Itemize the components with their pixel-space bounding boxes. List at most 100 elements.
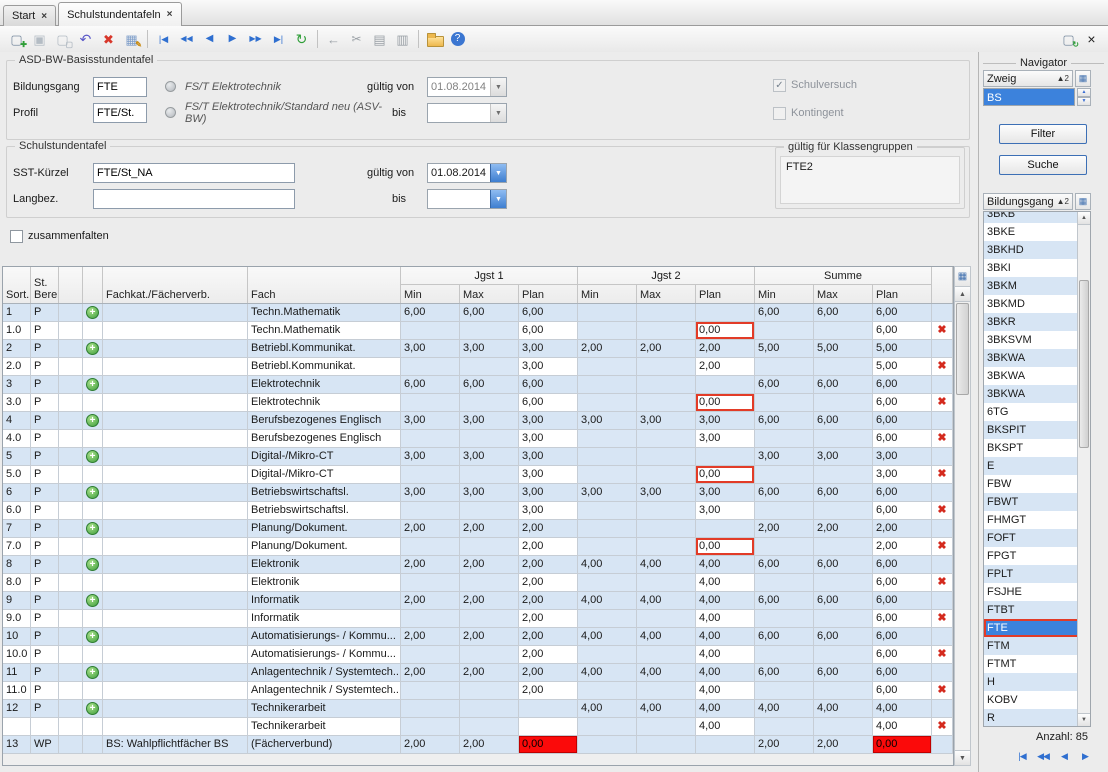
bildungsgang-item[interactable]: 3BKWA xyxy=(984,367,1079,385)
cell-jgst2-min[interactable]: 4,00 xyxy=(578,592,637,610)
cell-summe-min[interactable]: 6,00 xyxy=(755,484,814,502)
bildungsgang-item[interactable]: 6TG xyxy=(984,403,1079,421)
cell-jgst2-min[interactable]: 4,00 xyxy=(578,628,637,646)
cell-summe-plan[interactable]: 6,00 xyxy=(873,502,932,520)
cell-summe-max[interactable] xyxy=(814,430,873,448)
cell-add[interactable]: + xyxy=(83,340,103,358)
cell-jgst1-min[interactable] xyxy=(401,322,460,340)
cell-jgst1-plan[interactable]: 3,00 xyxy=(519,502,578,520)
cell-jgst1-max[interactable]: 2,00 xyxy=(460,736,519,754)
cell-jgst2-max[interactable]: 4,00 xyxy=(637,700,696,718)
tab-schulstundentafeln[interactable]: Schulstundentafeln × xyxy=(58,2,181,26)
cell-jgst1-max[interactable] xyxy=(460,646,519,664)
back-button[interactable]: ← xyxy=(322,28,345,50)
cell-jgst1-plan[interactable] xyxy=(519,718,578,736)
bildungsgang-item[interactable]: 3BKM xyxy=(984,277,1079,295)
cell-jgst1-min[interactable] xyxy=(401,358,460,376)
col-header-plan[interactable]: Plan xyxy=(519,285,578,303)
cell-delete[interactable]: ✖ xyxy=(932,574,953,592)
cell-jgst2-max[interactable] xyxy=(637,358,696,376)
cell-st-bereich[interactable]: P xyxy=(31,394,59,412)
help-button[interactable]: ? xyxy=(446,28,469,50)
cell-jgst2-min[interactable] xyxy=(578,718,637,736)
cell-sort[interactable]: 8.0 xyxy=(3,574,31,592)
cell-fach[interactable]: Automatisierungs- / Kommu... xyxy=(248,628,401,646)
cell-jgst1-min[interactable]: 2,00 xyxy=(401,556,460,574)
cell-jgst1-max[interactable]: 2,00 xyxy=(460,628,519,646)
cell-jgst1-plan[interactable]: 3,00 xyxy=(519,466,578,484)
cell-jgst2-plan[interactable] xyxy=(696,376,755,394)
bildungsgang-item[interactable]: R xyxy=(984,709,1079,727)
cell-summe-min[interactable] xyxy=(755,610,814,628)
cell-delete[interactable]: ✖ xyxy=(932,430,953,448)
cell-fachkat[interactable] xyxy=(103,700,248,718)
cell-jgst2-plan[interactable]: 0,00 xyxy=(696,466,755,484)
bildungsgang-item[interactable]: FPGT xyxy=(984,547,1079,565)
cell-summe-plan[interactable]: 6,00 xyxy=(873,628,932,646)
cell-fachkat[interactable] xyxy=(103,304,248,322)
cell-summe-plan[interactable]: 6,00 xyxy=(873,484,932,502)
cell-jgst2-plan[interactable] xyxy=(696,304,755,322)
column-chooser-button[interactable]: ▦ xyxy=(1075,70,1091,87)
cell-jgst1-max[interactable]: 2,00 xyxy=(460,520,519,538)
cell-summe-plan[interactable]: 6,00 xyxy=(873,376,932,394)
cell-sort[interactable]: 9.0 xyxy=(3,610,31,628)
add-subrow-icon[interactable]: + xyxy=(86,486,99,499)
col-header-min[interactable]: Min xyxy=(578,285,637,303)
bildungsgang-item[interactable]: 3BKHD xyxy=(984,241,1079,259)
col-header-sort[interactable]: Sort. xyxy=(3,267,31,303)
cell-delete[interactable] xyxy=(932,556,953,574)
delete-row-icon[interactable]: ✖ xyxy=(935,468,949,481)
cell-jgst2-min[interactable] xyxy=(578,610,637,628)
column-chooser-button[interactable]: ▦ xyxy=(955,267,970,287)
add-subrow-icon[interactable]: + xyxy=(86,666,99,679)
cell-sort[interactable]: 5.0 xyxy=(3,466,31,484)
add-subrow-icon[interactable]: + xyxy=(86,594,99,607)
cell-jgst1-plan[interactable]: 2,00 xyxy=(519,646,578,664)
cell-jgst2-plan[interactable]: 2,00 xyxy=(696,340,755,358)
cell-fachkat[interactable] xyxy=(103,502,248,520)
cut-button[interactable]: ✂ xyxy=(345,28,368,50)
list-scrollbar[interactable]: ▲ ▼ xyxy=(1077,212,1090,726)
cell-jgst2-max[interactable] xyxy=(637,466,696,484)
cell-summe-max[interactable] xyxy=(814,574,873,592)
cell-jgst2-max[interactable] xyxy=(637,322,696,340)
sst-kuerzel-input[interactable] xyxy=(93,163,295,183)
cell-summe-plan[interactable]: 6,00 xyxy=(873,304,932,322)
cell-delete[interactable] xyxy=(932,700,953,718)
cell-sort[interactable]: 6 xyxy=(3,484,31,502)
cell-summe-plan[interactable]: 6,00 xyxy=(873,592,932,610)
cell-jgst1-plan[interactable]: 2,00 xyxy=(519,628,578,646)
nav-prev-button[interactable]: ◀ xyxy=(198,28,221,50)
cell-jgst2-plan[interactable]: 4,00 xyxy=(696,700,755,718)
cell-jgst1-plan[interactable]: 2,00 xyxy=(519,610,578,628)
cell-summe-max[interactable] xyxy=(814,682,873,700)
cell-fachkat[interactable] xyxy=(103,682,248,700)
bildungsgang-header[interactable]: Bildungsgang▲2 ▦ xyxy=(983,193,1091,210)
cell-fach[interactable]: Technikerarbeit xyxy=(248,700,401,718)
cell-add[interactable] xyxy=(83,394,103,412)
cell-jgst2-min[interactable]: 4,00 xyxy=(578,664,637,682)
scroll-up-icon[interactable]: ▲ xyxy=(1078,212,1090,225)
col-header-max[interactable]: Max xyxy=(637,285,696,303)
tab-close-icon[interactable]: × xyxy=(167,9,173,20)
cell-fachkat[interactable] xyxy=(103,484,248,502)
nav-rewind-button[interactable]: ◀◀ xyxy=(175,28,198,50)
cell-jgst2-min[interactable]: 3,00 xyxy=(578,412,637,430)
cell-fachkat[interactable] xyxy=(103,394,248,412)
paste-button[interactable]: ▥ xyxy=(391,28,414,50)
scrollbar-track[interactable] xyxy=(955,396,970,750)
cell-delete[interactable] xyxy=(932,376,953,394)
copy-record-button[interactable]: ▢▢ xyxy=(51,28,74,50)
scrollbar-track[interactable] xyxy=(1078,448,1090,713)
cell-fachkat[interactable] xyxy=(103,610,248,628)
cell-summe-max[interactable] xyxy=(814,538,873,556)
cell-jgst2-min[interactable] xyxy=(578,520,637,538)
cell-jgst1-plan[interactable]: 2,00 xyxy=(519,556,578,574)
chevron-down-icon[interactable]: ▼ xyxy=(490,164,506,182)
cell-fach[interactable]: Betriebl.Kommunikat. xyxy=(248,358,401,376)
cell-jgst1-max[interactable] xyxy=(460,718,519,736)
cell-summe-min[interactable]: 6,00 xyxy=(755,592,814,610)
bildungsgang-item[interactable]: 3BKSVM xyxy=(984,331,1079,349)
cell-add[interactable] xyxy=(83,610,103,628)
